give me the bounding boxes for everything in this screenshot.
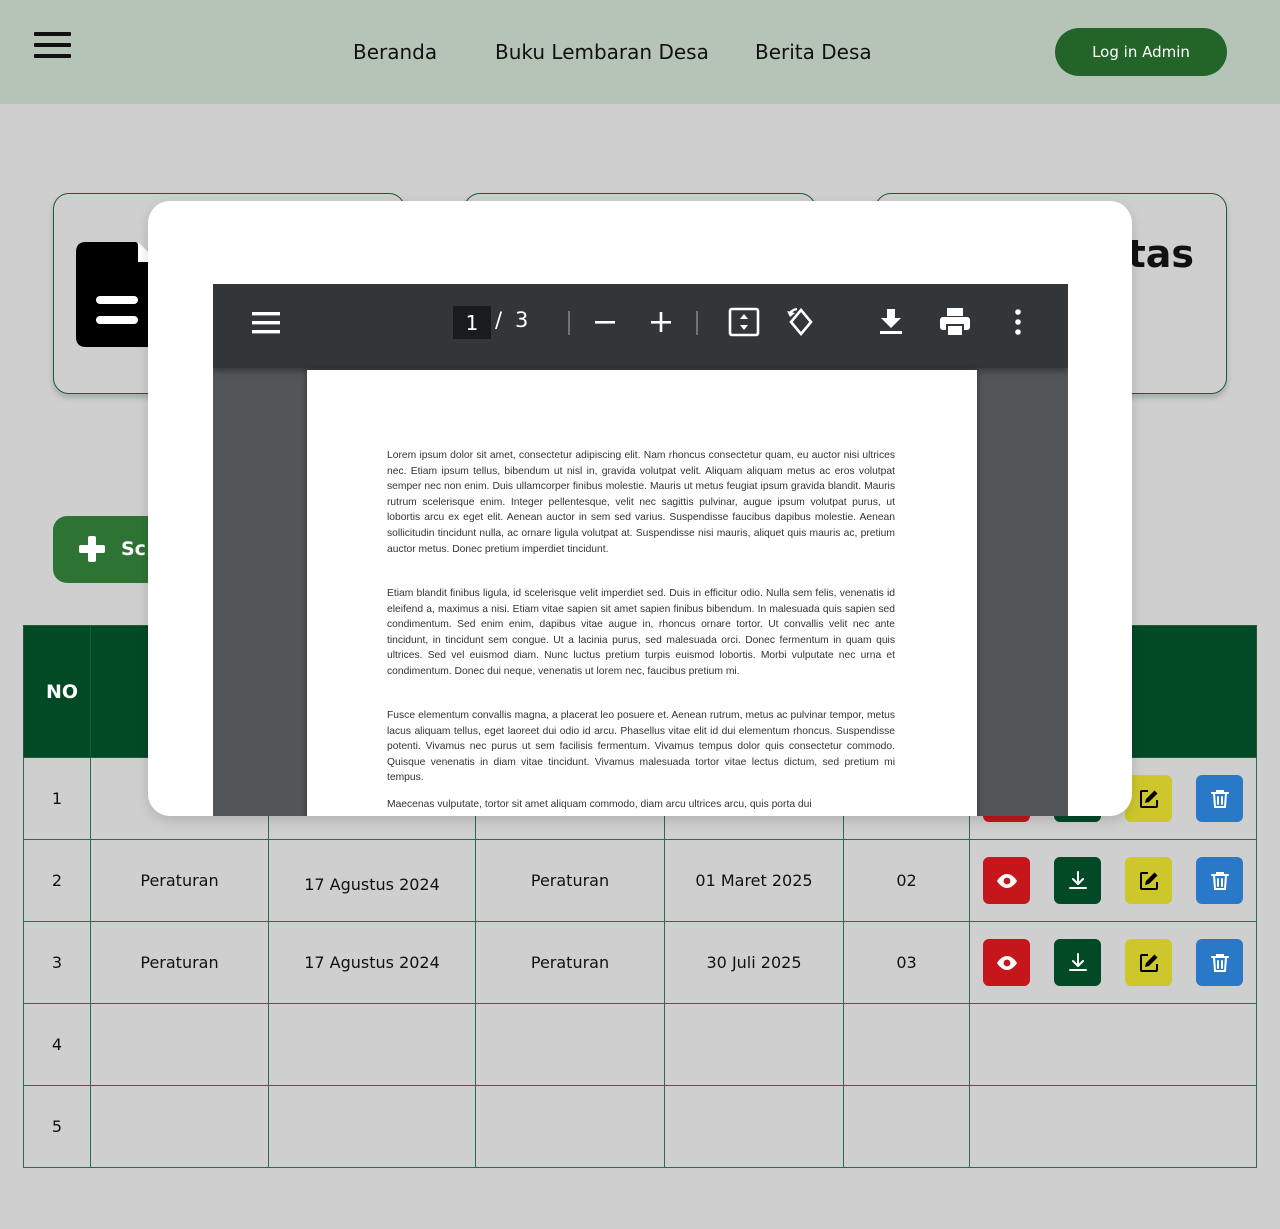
toolbar-divider	[696, 311, 698, 335]
zoom-in-icon[interactable]	[649, 310, 673, 334]
edit-button[interactable]	[1125, 775, 1172, 822]
cell-no: 3	[23, 921, 91, 1004]
delete-button[interactable]	[1196, 857, 1243, 904]
download-icon[interactable]	[878, 307, 904, 335]
cell-jenis: Peraturan	[90, 839, 269, 922]
trash-icon	[1210, 871, 1229, 890]
table-row: 5	[23, 1085, 1257, 1168]
document-paragraph: Maecenas vulputate, tortor sit amet aliq…	[387, 799, 812, 810]
cell-no: 5	[23, 1085, 91, 1168]
cell-tanggal-2: 01 Maret 2025	[664, 839, 844, 922]
download-button[interactable]	[1054, 857, 1101, 904]
cell-tanggal	[268, 1085, 476, 1168]
cell-tanggal: 17 Agustus 2024	[268, 921, 476, 1004]
trash-icon	[1210, 789, 1229, 808]
cell-nomor: 02	[843, 839, 970, 922]
cell-no: 2	[23, 839, 91, 922]
toolbar-divider	[568, 311, 570, 335]
plus-icon	[79, 536, 105, 562]
more-icon[interactable]	[1013, 308, 1023, 336]
edit-icon	[1139, 871, 1158, 890]
cell-judul: Peraturan	[475, 921, 665, 1004]
cell-nomor: 03	[843, 921, 970, 1004]
cell-tanggal-2	[664, 1085, 844, 1168]
fit-page-icon[interactable]	[728, 307, 760, 337]
cell-jenis	[90, 1085, 269, 1168]
download-icon	[1068, 952, 1087, 971]
eye-icon	[996, 873, 1017, 888]
view-button[interactable]	[983, 857, 1030, 904]
rotate-icon[interactable]	[785, 306, 817, 338]
top-navbar: Beranda Buku Lembaran Desa Berita Desa L…	[0, 0, 1280, 104]
edit-icon	[1139, 953, 1158, 972]
document-paragraph: Etiam blandit finibus ligula, id sceleri…	[387, 588, 895, 677]
cell-tanggal: 17 Agustus 2024	[268, 839, 476, 922]
delete-button[interactable]	[1196, 775, 1243, 822]
nav-buku-lembaran-desa[interactable]: Buku Lembaran Desa	[495, 40, 709, 64]
cell-no: 4	[23, 1003, 91, 1086]
pdf-page: Lorem ipsum dolor sit amet, consectetur …	[307, 370, 977, 816]
edit-button[interactable]	[1125, 939, 1172, 986]
document-paragraph: Fusce elementum convallis magna, a place…	[387, 710, 895, 784]
page-number-input[interactable]: 1	[453, 306, 491, 339]
print-icon[interactable]	[939, 307, 971, 337]
cell-actions	[969, 839, 1257, 922]
cell-jenis	[90, 1003, 269, 1086]
cell-no: 1	[23, 757, 91, 840]
view-button[interactable]	[983, 939, 1030, 986]
table-row: 4	[23, 1003, 1257, 1086]
document-paragraph: Lorem ipsum dolor sit amet, consectetur …	[387, 450, 895, 555]
table-row: 3 Peraturan 17 Agustus 2024 Peraturan 30…	[23, 921, 1257, 1004]
page-separator: /	[495, 308, 503, 332]
cell-actions	[969, 1003, 1257, 1086]
nav-berita-desa[interactable]: Berita Desa	[755, 40, 872, 64]
cell-tanggal-2	[664, 1003, 844, 1086]
edit-button[interactable]	[1125, 857, 1172, 904]
cell-judul: Peraturan	[475, 839, 665, 922]
table-row: 2 Peraturan 17 Agustus 2024 Peraturan 01…	[23, 839, 1257, 922]
add-button-label: Sc	[121, 538, 146, 560]
header-no: NO	[23, 625, 91, 758]
cell-tanggal	[268, 1003, 476, 1086]
cell-judul	[475, 1085, 665, 1168]
cell-jenis: Peraturan	[90, 921, 269, 1004]
zoom-out-icon[interactable]	[593, 310, 617, 334]
page-total: 3	[515, 308, 529, 332]
download-button[interactable]	[1054, 939, 1101, 986]
menu-icon[interactable]	[34, 32, 71, 58]
trash-icon	[1210, 953, 1229, 972]
edit-icon	[1139, 789, 1158, 808]
document-icon	[76, 242, 158, 347]
nav-beranda[interactable]: Beranda	[353, 40, 437, 64]
pdf-toolbar: 1 / 3	[213, 284, 1068, 368]
cell-tanggal-2: 30 Juli 2025	[664, 921, 844, 1004]
cell-actions	[969, 921, 1257, 1004]
cell-actions	[969, 1085, 1257, 1168]
pdf-viewer: 1 / 3 Lorem ipsum dolor sit amet, consec…	[213, 284, 1068, 816]
cell-nomor	[843, 1085, 970, 1168]
cell-nomor	[843, 1003, 970, 1086]
cell-judul	[475, 1003, 665, 1086]
download-icon	[1068, 870, 1087, 889]
eye-icon	[996, 955, 1017, 970]
menu-icon[interactable]	[251, 310, 281, 336]
login-admin-button[interactable]: Log in Admin	[1055, 28, 1227, 76]
pdf-preview-modal: 1 / 3 Lorem ipsum dolor sit amet, consec…	[148, 201, 1132, 816]
delete-button[interactable]	[1196, 939, 1243, 986]
